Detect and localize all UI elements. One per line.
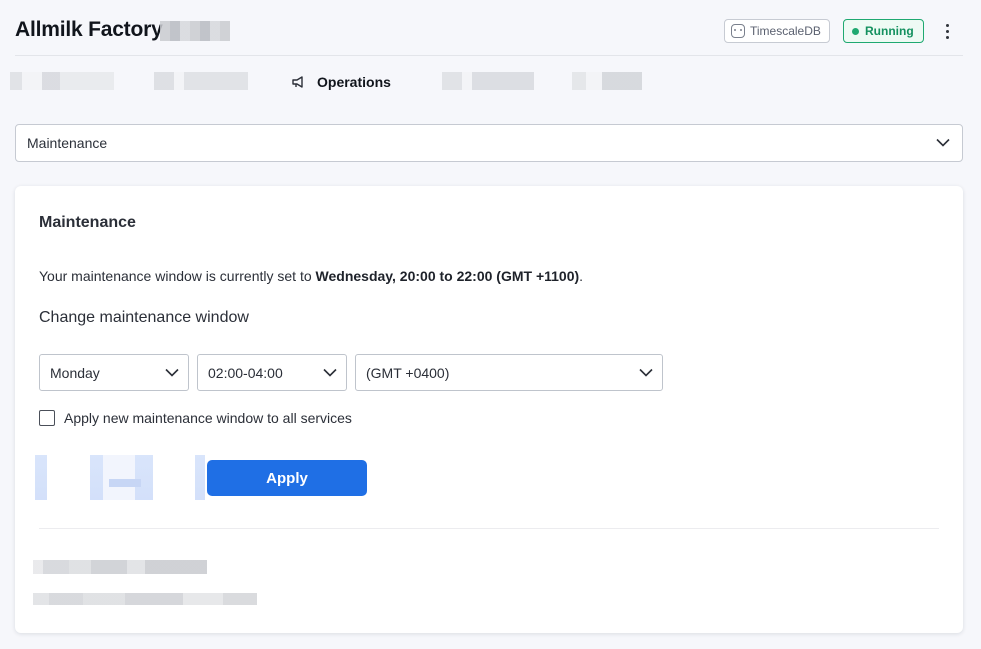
current-window-prefix: Your maintenance window is currently set… — [39, 268, 316, 284]
apply-all-label: Apply new maintenance window to all serv… — [64, 410, 352, 426]
chevron-down-icon — [323, 368, 337, 377]
timezone-select-value: (GMT +0400) — [366, 364, 450, 381]
chevron-down-icon — [639, 368, 653, 377]
section-divider — [39, 528, 939, 529]
apply-all-checkbox[interactable] — [39, 410, 55, 426]
redacted-title-suffix — [160, 21, 230, 41]
tab-redacted-2[interactable] — [154, 72, 248, 90]
timescale-tiger-icon — [731, 24, 745, 38]
time-range-select-value: 02:00-04:00 — [208, 364, 283, 381]
time-range-select[interactable]: 02:00-04:00 — [197, 354, 347, 391]
chevron-down-icon — [936, 138, 950, 147]
section-select-value: Maintenance — [27, 135, 108, 151]
day-select[interactable]: Monday — [39, 354, 189, 391]
tab-redacted-1[interactable] — [10, 72, 114, 90]
service-title: Allmilk Factory — [15, 18, 163, 41]
day-select-value: Monday — [50, 364, 100, 381]
current-window-value: Wednesday, 20:00 to 22:00 (GMT +1100) — [315, 268, 580, 284]
redacted-button[interactable] — [35, 455, 205, 500]
status-dot-icon — [852, 27, 859, 35]
more-options-icon[interactable] — [943, 20, 951, 42]
operations-icon — [292, 76, 303, 88]
status-badge-label: Running — [865, 24, 914, 38]
maintenance-card: Maintenance Your maintenance window is c… — [15, 186, 963, 633]
status-badge: Running — [843, 19, 924, 43]
service-tabs: Operations — [0, 68, 981, 98]
service-header: Allmilk Factory TimescaleDB Running — [15, 16, 963, 56]
timezone-select[interactable]: (GMT +0400) — [355, 354, 663, 391]
current-window-suffix: . — [579, 268, 584, 284]
change-window-heading: Change maintenance window — [39, 309, 249, 326]
tab-redacted-4[interactable] — [572, 72, 642, 90]
tab-operations[interactable]: Operations — [291, 72, 391, 92]
apply-button[interactable]: Apply — [207, 460, 367, 496]
redacted-text-line-1 — [33, 560, 207, 574]
current-window-text: Your maintenance window is currently set… — [39, 268, 583, 284]
chevron-down-icon — [165, 368, 179, 377]
tab-redacted-3[interactable] — [442, 72, 534, 90]
apply-all-row: Apply new maintenance window to all serv… — [39, 410, 352, 426]
redacted-text-line-2 — [33, 593, 257, 605]
db-badge-label: TimescaleDB — [750, 24, 821, 38]
maintenance-title: Maintenance — [39, 214, 136, 231]
tab-operations-label: Operations — [317, 74, 391, 90]
timescaledb-badge: TimescaleDB — [724, 19, 830, 43]
operations-section-select[interactable]: Maintenance — [15, 124, 963, 162]
